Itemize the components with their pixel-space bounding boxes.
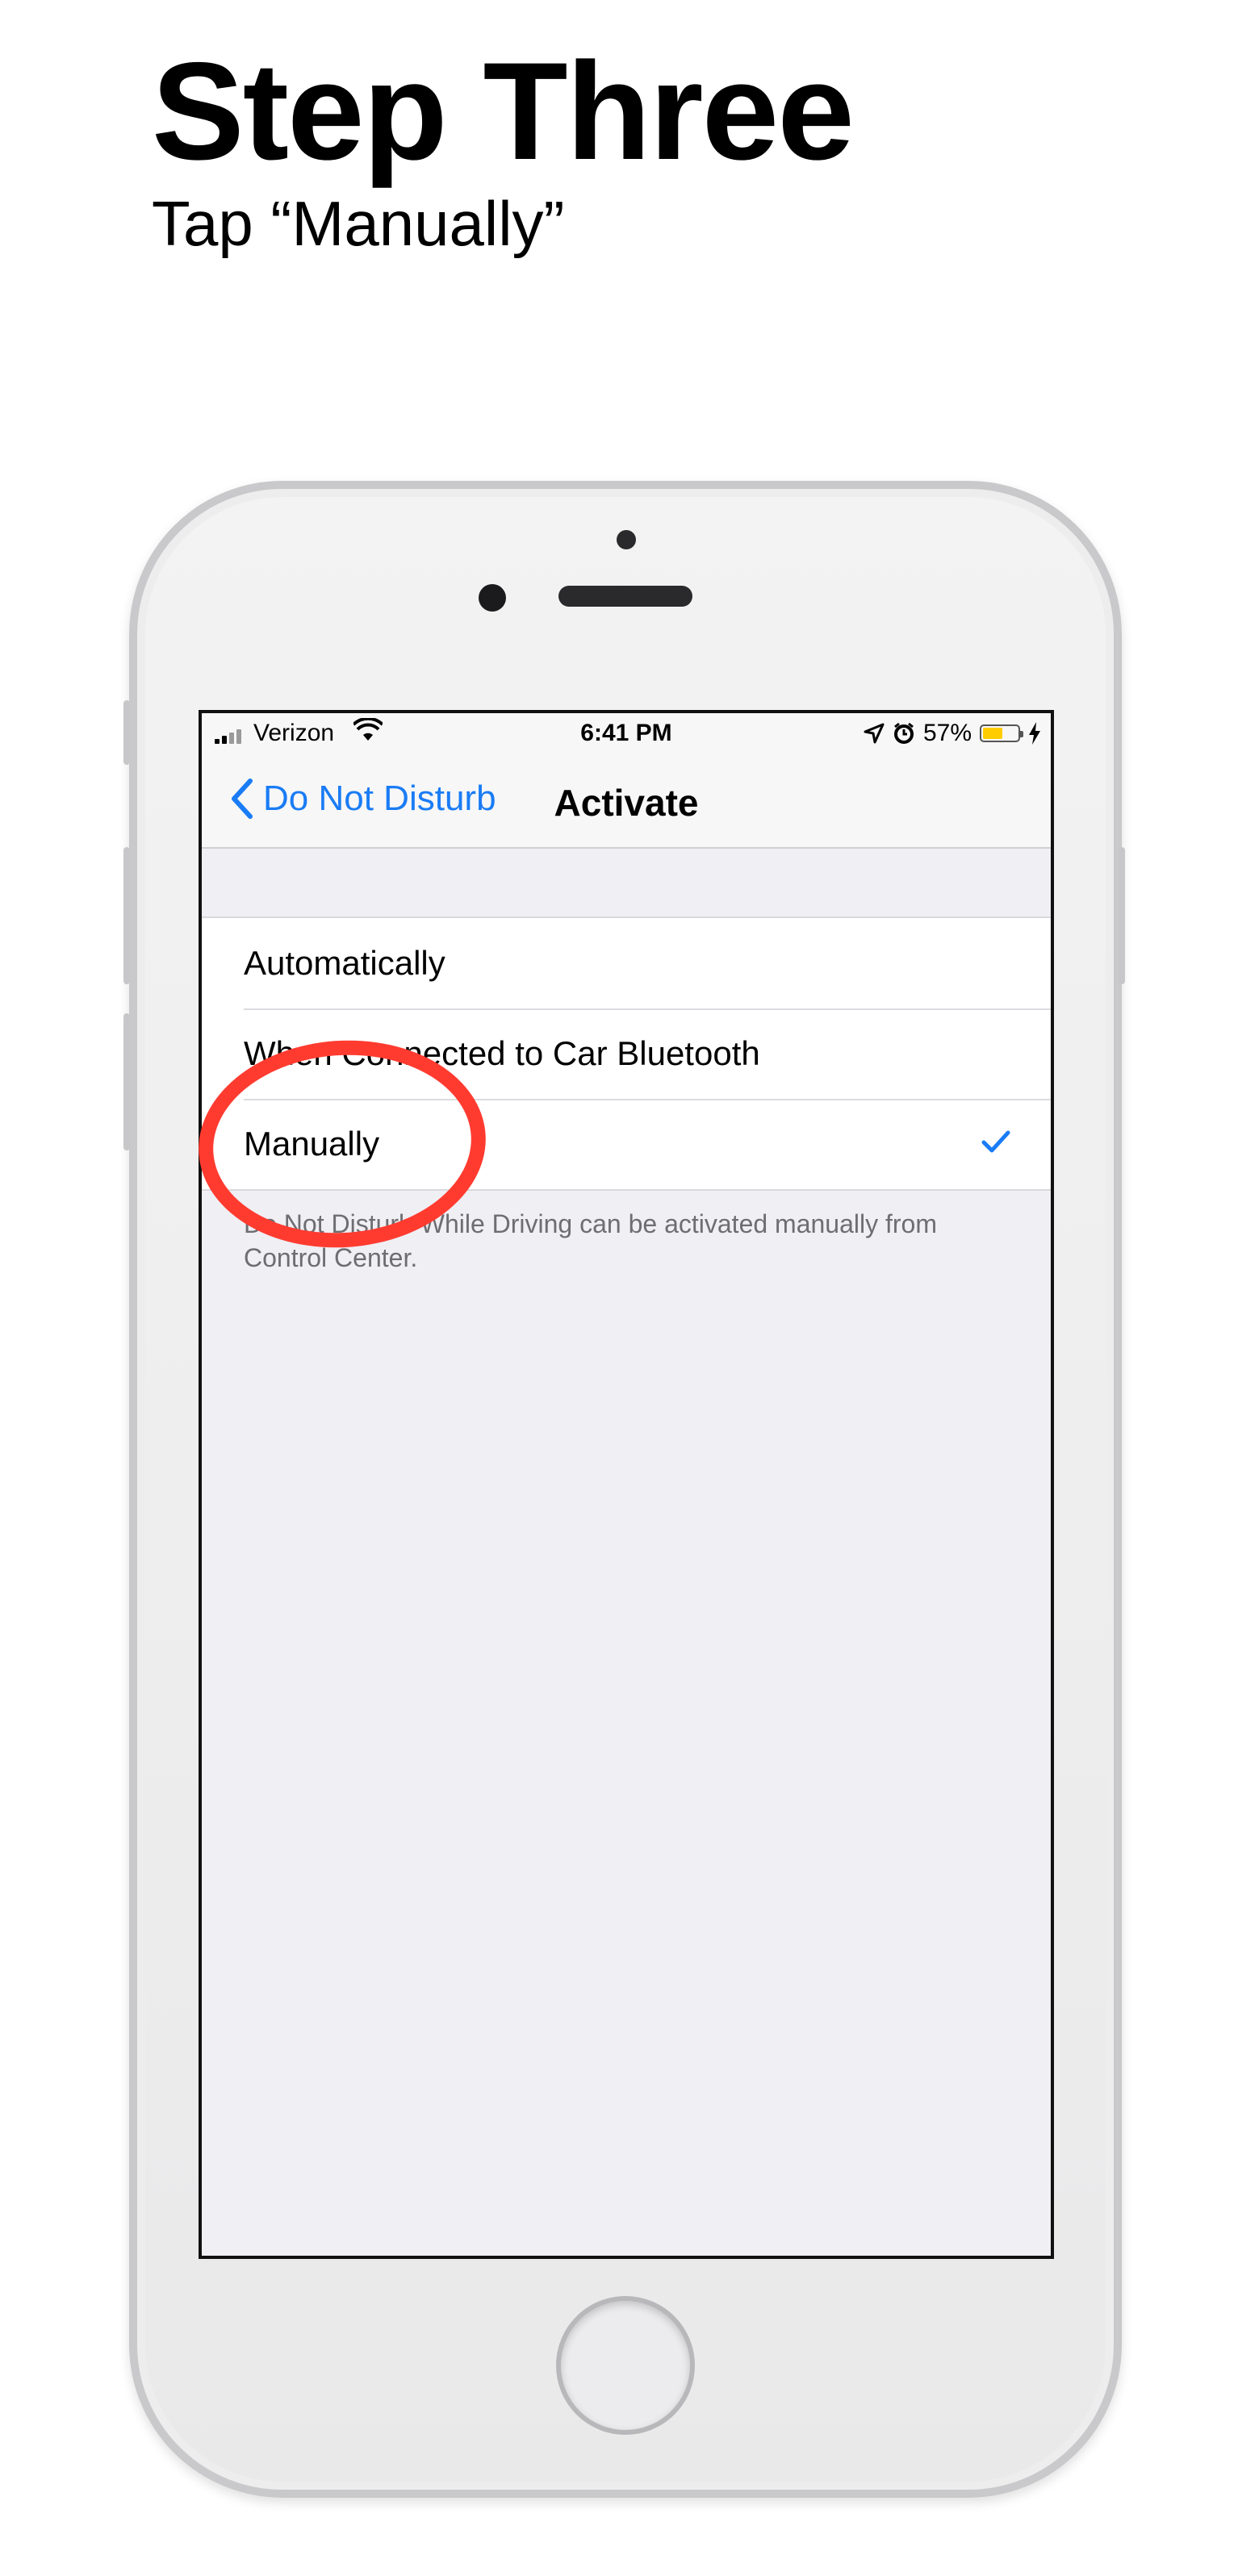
step-title: Step Three [152,34,855,189]
navigation-bar: Do Not Disturb Activate [202,754,1051,849]
volume-up-button [123,847,130,984]
phone-screen: Verizon 6:41 PM 57% Do Not Disturb Activ… [199,710,1054,2259]
status-right-group: 57% [864,720,1041,747]
battery-percent: 57% [922,720,972,746]
earpiece-speaker [558,586,692,607]
mute-switch [123,700,130,765]
battery-icon [980,724,1023,742]
status-bar: Verizon 6:41 PM 57% [202,713,1051,754]
proximity-sensor [617,530,636,549]
charging-icon [1029,722,1040,745]
option-label: Automatically [244,944,445,982]
option-automatically[interactable]: Automatically [202,918,1051,1008]
checkmark-icon [981,1130,1010,1153]
location-icon [864,723,885,744]
power-button [1119,847,1125,984]
home-button[interactable] [556,2296,695,2435]
front-camera [479,584,506,612]
battery-fill [983,728,1002,739]
step-instruction: Tap “Manually” [152,188,565,259]
volume-down-button [123,1013,130,1150]
page-title: Activate [554,782,699,824]
alarm-icon [893,722,914,744]
